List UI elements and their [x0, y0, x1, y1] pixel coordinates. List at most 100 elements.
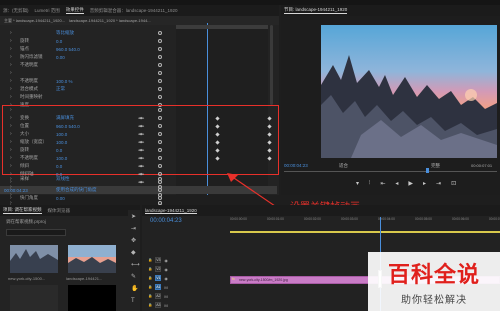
razor-icon[interactable]: ◆: [131, 250, 136, 256]
eye-icon[interactable]: ◉: [164, 276, 168, 281]
keyframe-marker[interactable]: [267, 139, 272, 145]
thumb-1[interactable]: [10, 245, 58, 273]
effect-row-value[interactable]: 0.00: [56, 55, 65, 60]
reset-icon[interactable]: [158, 164, 162, 168]
track-header[interactable]: 🔒 A3 M: [148, 300, 168, 310]
expand-chevron-icon[interactable]: ›: [10, 107, 12, 113]
effect-row[interactable]: › 时间重映射: [0, 93, 176, 101]
reset-icon[interactable]: [158, 39, 162, 43]
keyframe-marker[interactable]: [267, 147, 272, 153]
reset-icon[interactable]: [158, 132, 162, 136]
effect-row[interactable]: › 采样 双线性: [0, 175, 176, 183]
mute-icon[interactable]: M: [164, 285, 167, 290]
reset-icon[interactable]: [158, 79, 162, 83]
effect-row[interactable]: ›: [0, 106, 277, 114]
reset-icon[interactable]: [158, 185, 162, 189]
expand-chevron-icon[interactable]: ›: [10, 94, 12, 100]
effect-row[interactable]: › 旋转 0.0: [0, 37, 176, 45]
mute-icon[interactable]: M: [164, 303, 167, 308]
effect-row-value[interactable]: 960.0 540.0: [56, 47, 80, 52]
keyframe-marker[interactable]: [267, 123, 272, 129]
effect-row[interactable]: › 大小 100.0 ◂◆▸: [0, 130, 277, 138]
track-target[interactable]: V3: [155, 257, 162, 263]
effect-row-value[interactable]: 0.0: [56, 164, 62, 169]
keyframe-nav-icon[interactable]: ◂◆▸: [138, 148, 144, 152]
lock-icon[interactable]: 🔒: [148, 294, 152, 298]
expand-chevron-icon[interactable]: ›: [10, 30, 12, 36]
keyframe-marker[interactable]: [215, 139, 220, 145]
eye-icon[interactable]: ◉: [164, 258, 168, 263]
track-target[interactable]: V2: [155, 266, 162, 272]
keyframe-marker[interactable]: [215, 147, 220, 153]
effect-row-value[interactable]: 满屏填充: [56, 115, 74, 121]
program-playhead[interactable]: [426, 168, 429, 173]
keyframe-marker[interactable]: [215, 131, 220, 137]
tab-program[interactable]: 节目: landscape-1944211_1920: [284, 7, 348, 14]
effect-row[interactable]: › 锚点 960.0 540.0: [0, 45, 176, 53]
step-forward-icon[interactable]: ▸: [423, 180, 426, 187]
thumb-4[interactable]: [68, 285, 116, 311]
track-target[interactable]: A1: [155, 284, 162, 290]
reset-icon[interactable]: [158, 55, 162, 59]
effect-row[interactable]: › 混合模式 正常: [0, 85, 176, 93]
selection-tool-icon[interactable]: ➤: [131, 214, 136, 220]
track-target[interactable]: A2: [155, 293, 162, 299]
lock-icon[interactable]: 🔒: [148, 258, 152, 262]
effect-row[interactable]: › 等比缩放: [0, 29, 176, 37]
reset-icon[interactable]: [158, 148, 162, 152]
timeline-ruler[interactable]: 00:00:00:00 00:00:01:00 00:00:02:00 00:00:0…: [230, 217, 500, 227]
effect-row[interactable]: › 缩放（宽度） 100.0 ◂◆▸: [0, 138, 277, 146]
expand-chevron-icon[interactable]: ›: [10, 163, 12, 169]
expand-chevron-icon[interactable]: ›: [10, 123, 12, 129]
tab-effect-controls[interactable]: 效果控件: [65, 7, 84, 14]
lock-icon[interactable]: 🔒: [148, 285, 152, 289]
keyframe-nav-icon[interactable]: ◂◆▸: [138, 124, 144, 128]
effect-row-value[interactable]: 100.0: [56, 156, 67, 161]
fit-dropdown[interactable]: 适合: [339, 163, 348, 169]
program-timecode[interactable]: 00:00:04:23: [284, 163, 308, 168]
timeline-timecode[interactable]: 00:00:04:23: [150, 218, 182, 224]
track-select-icon[interactable]: ⇥: [131, 226, 136, 232]
effect-row-value[interactable]: 100.0: [56, 140, 67, 145]
effect-row[interactable]: › 防闪烁滤镜 0.00: [0, 53, 176, 61]
project-search[interactable]: [6, 229, 66, 236]
reset-icon[interactable]: [158, 116, 162, 120]
effect-row-value[interactable]: 0.0: [56, 148, 62, 153]
mute-icon[interactable]: M: [164, 294, 167, 299]
reset-icon[interactable]: [158, 63, 162, 67]
insert-icon[interactable]: ⊡: [451, 180, 456, 187]
ripple-icon[interactable]: ✥: [131, 238, 136, 244]
hand-icon[interactable]: ✋: [131, 286, 138, 292]
effect-row[interactable]: › 不透明度: [0, 61, 176, 69]
eye-icon[interactable]: ◉: [164, 267, 168, 272]
keyframe-marker[interactable]: [267, 155, 272, 161]
thumb-3[interactable]: [10, 285, 58, 311]
effect-row[interactable]: ›: [0, 69, 176, 77]
play-icon[interactable]: ▶: [408, 180, 413, 187]
expand-chevron-icon[interactable]: ›: [10, 147, 12, 153]
reset-icon[interactable]: [158, 156, 162, 160]
effect-row-value[interactable]: 双线性: [56, 176, 70, 182]
effect-row[interactable]: › 倾斜 0.0 ◂◆▸: [0, 162, 277, 170]
effect-row[interactable]: › 位置 960.0 540.0 ◂◆▸: [0, 122, 277, 130]
work-area-bar[interactable]: [230, 231, 500, 233]
slip-icon[interactable]: ⟷: [131, 262, 140, 268]
effect-row[interactable]: › 旋转 0.0 ◂◆▸: [0, 146, 277, 154]
lock-icon[interactable]: 🔒: [148, 267, 152, 271]
effect-row[interactable]: › 不透明度 100.0 ◂◆▸: [0, 154, 277, 162]
tab-sequence[interactable]: landscape-1944211_1920: [145, 208, 197, 214]
expand-chevron-icon[interactable]: ›: [10, 131, 12, 137]
tab-project[interactable]: 项目: 调在帮家视频: [3, 207, 42, 214]
reset-icon[interactable]: [158, 95, 162, 99]
expand-chevron-icon[interactable]: ›: [10, 155, 12, 161]
keyframe-marker[interactable]: [267, 131, 272, 137]
expand-chevron-icon[interactable]: ›: [10, 86, 12, 92]
keyframe-marker[interactable]: [215, 123, 220, 129]
expand-chevron-icon[interactable]: ›: [10, 115, 12, 121]
keyframe-nav-icon[interactable]: ◂◆▸: [138, 156, 144, 160]
reset-icon[interactable]: [158, 177, 162, 181]
tab-media-browser[interactable]: 媒体浏览器: [48, 208, 71, 214]
keyframe-nav-icon[interactable]: ◂◆▸: [138, 116, 144, 120]
effect-row-value[interactable]: 正常: [56, 86, 65, 92]
keyframe-marker[interactable]: [267, 115, 272, 121]
